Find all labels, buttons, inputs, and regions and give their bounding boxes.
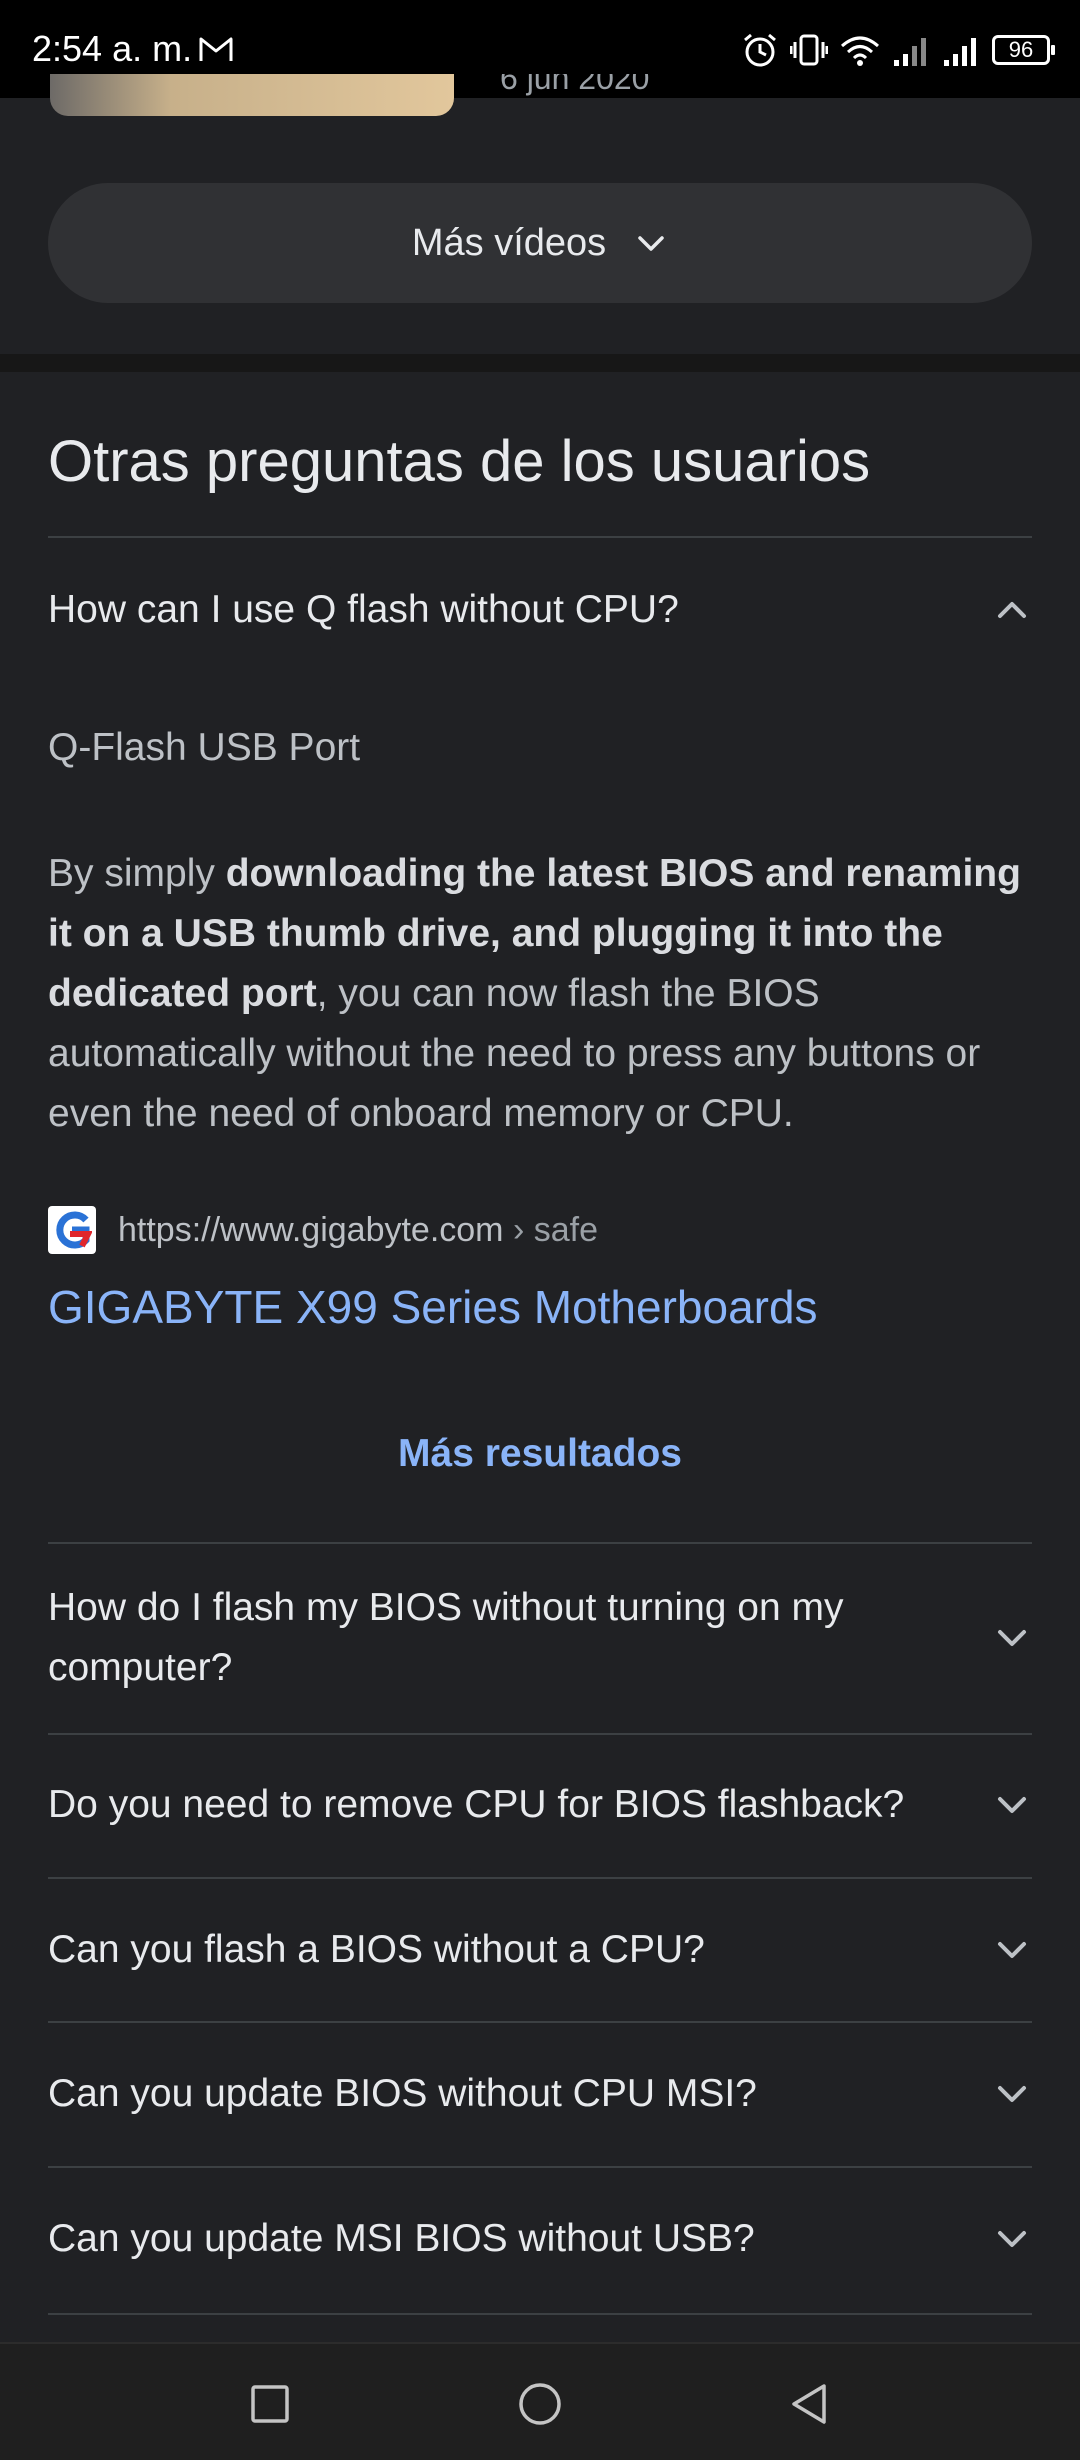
more-results-button[interactable]: Más resultados <box>0 1432 1080 1476</box>
recent-apps-icon[interactable] <box>246 2380 294 2428</box>
divider <box>48 1542 1032 1544</box>
faq-question-text: Can you update BIOS without CPU MSI? <box>48 2072 757 2115</box>
chevron-down-icon <box>998 1630 1026 1646</box>
faq-question-3[interactable]: Do you need to remove CPU for BIOS flash… <box>48 1775 1032 1835</box>
faq-question-6[interactable]: Can you update MSI BIOS without USB? <box>48 2209 1032 2269</box>
divider <box>48 1877 1032 1879</box>
wifi-icon <box>841 36 879 66</box>
section-title: Otras preguntas de los usuarios <box>48 429 871 494</box>
source-title-link[interactable]: GIGABYTE X99 Series Motherboards <box>48 1280 818 1334</box>
faq-question-text: How can I use Q flash without CPU? <box>48 588 679 631</box>
divider <box>48 536 1032 538</box>
faq-question-1[interactable]: How can I use Q flash without CPU? <box>48 580 1032 640</box>
chevron-down-icon <box>998 1797 1026 1813</box>
source-url-crumb: › safe <box>503 1210 598 1249</box>
divider <box>48 2313 1032 2315</box>
faq-question-text: How do I flash my BIOS without turning o… <box>48 1586 844 1689</box>
video-date: 6 jun 2020 <box>500 74 650 96</box>
source-url: https://www.gigabyte.com › safe <box>118 1211 598 1250</box>
more-videos-label: Más vídeos <box>411 221 607 264</box>
source-url-domain: https://www.gigabyte.com <box>118 1210 504 1249</box>
faq-question-2[interactable]: How do I flash my BIOS without turning o… <box>48 1578 1032 1698</box>
divider <box>48 2166 1032 2168</box>
divider <box>48 1733 1032 1735</box>
video-thumbnail[interactable] <box>50 74 454 116</box>
answer-snippet: By simply downloading the latest BIOS an… <box>48 844 1028 1144</box>
faq-question-text: Can you update MSI BIOS without USB? <box>48 2217 755 2260</box>
chevron-down-icon <box>998 2231 1026 2247</box>
answer-intro: By simply <box>48 852 226 895</box>
signal-2-icon <box>944 38 976 66</box>
chevron-down-icon <box>998 1942 1026 1958</box>
section-divider <box>0 354 1080 372</box>
status-icons: 96 <box>740 26 1055 74</box>
status-time: 2:54 a. m. <box>32 28 193 69</box>
chevron-down-icon <box>998 2086 1026 2102</box>
back-icon[interactable] <box>786 2380 834 2428</box>
faq-question-5[interactable]: Can you update BIOS without CPU MSI? <box>48 2064 1032 2124</box>
gigabyte-favicon-icon <box>48 1206 96 1254</box>
system-navigation-bar <box>0 2342 1080 2460</box>
more-videos-button[interactable]: Más vídeos <box>48 183 1032 303</box>
signal-1-icon <box>894 38 926 66</box>
battery-indicator: 96 <box>992 35 1055 65</box>
vibrate-icon <box>790 34 828 66</box>
faq-question-text: Can you flash a BIOS without a CPU? <box>48 1928 705 1971</box>
answer-source[interactable]: https://www.gigabyte.com › safe <box>48 1206 598 1254</box>
gmail-icon <box>199 37 233 61</box>
chevron-up-icon <box>998 602 1026 618</box>
faq-question-text: Do you need to remove CPU for BIOS flash… <box>48 1783 905 1826</box>
chevron-down-icon <box>638 236 664 251</box>
divider <box>48 2021 1032 2023</box>
answer-title: Q-Flash USB Port <box>48 726 361 769</box>
home-icon[interactable] <box>516 2380 564 2428</box>
faq-question-4[interactable]: Can you flash a BIOS without a CPU? <box>48 1920 1032 1980</box>
alarm-icon <box>744 33 776 67</box>
